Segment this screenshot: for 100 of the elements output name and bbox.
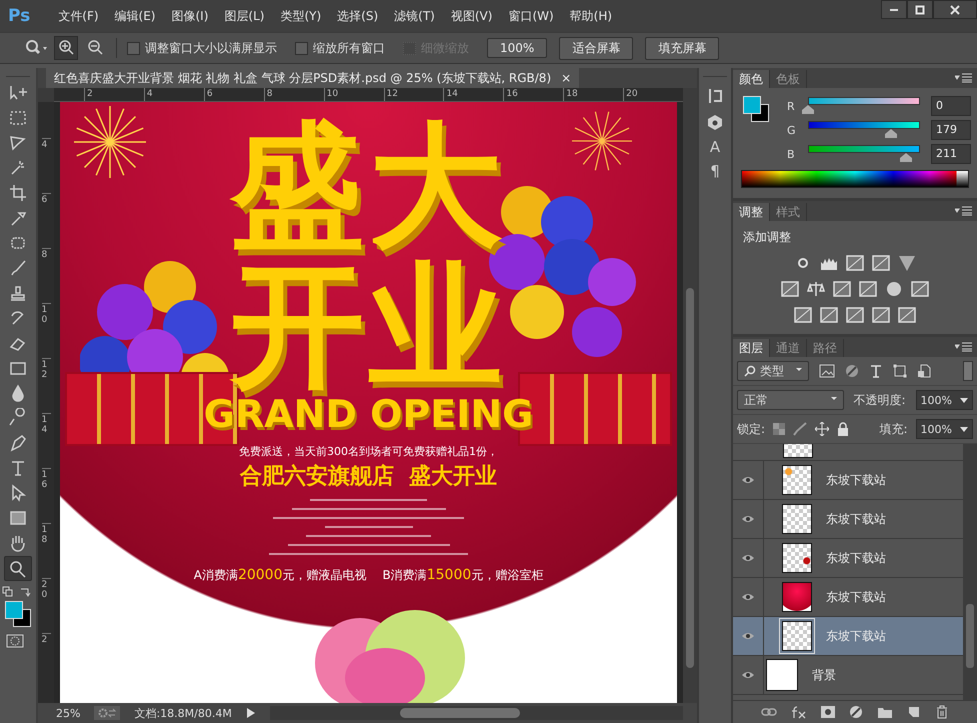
option-button[interactable]: 适合屏幕 <box>559 36 634 60</box>
panel-menu-icon[interactable] <box>955 73 973 83</box>
opacity-field[interactable]: 100% <box>916 390 973 410</box>
opacity-label: 不透明度: <box>854 392 906 408</box>
zoom-in-icon[interactable] <box>54 36 78 60</box>
close-icon <box>949 4 961 14</box>
circles-icon[interactable] <box>885 280 903 298</box>
ruler-number: 10 <box>324 88 384 101</box>
shape-icon[interactable] <box>893 364 907 378</box>
layer-row[interactable]: 背景 <box>733 656 963 695</box>
eye-icon[interactable] <box>741 670 755 680</box>
layer-name: 东坡下载站 <box>826 628 886 644</box>
link-icon[interactable] <box>761 707 777 717</box>
balance-scale-icon[interactable] <box>807 280 825 298</box>
option-button[interactable]: 填充屏幕 <box>645 36 720 60</box>
history-icon[interactable] <box>706 87 724 105</box>
gear-icon[interactable] <box>94 706 120 720</box>
new-layer-icon[interactable] <box>907 705 921 719</box>
half-circle-icon[interactable] <box>845 364 859 378</box>
channel-value-field[interactable]: 179 <box>931 120 971 140</box>
panel-tab[interactable]: 通道 <box>770 339 807 357</box>
minimize-button[interactable] <box>881 0 907 19</box>
channel-label: B <box>787 148 796 160</box>
menu-item[interactable]: 帮助(H) <box>570 8 612 24</box>
move-arrows-icon[interactable] <box>815 422 830 436</box>
menu-item[interactable]: 编辑(E) <box>114 8 156 24</box>
mask-icon[interactable] <box>821 706 835 718</box>
zoom-level[interactable]: 25% <box>56 706 80 720</box>
checkbox[interactable] <box>127 42 140 54</box>
color-slider[interactable] <box>805 121 923 139</box>
paragraph-panel-button[interactable]: ¶ <box>710 163 720 179</box>
blend-mode-dropdown[interactable]: 正常 <box>737 390 844 410</box>
eye-icon[interactable] <box>741 631 755 641</box>
tab-close-button[interactable]: × <box>561 71 572 85</box>
option-button[interactable]: 100% <box>487 38 548 58</box>
slashed-square-icon[interactable] <box>794 306 812 324</box>
eye-icon[interactable] <box>741 514 755 524</box>
ruler-number: 4 <box>42 138 50 193</box>
color-spectrum-bar[interactable] <box>741 170 969 188</box>
lock-icon[interactable] <box>837 422 850 436</box>
color-slider[interactable] <box>805 97 923 115</box>
headline-text: 开业 <box>230 256 506 396</box>
menu-item[interactable]: 窗口(W) <box>508 8 554 24</box>
store-title: 合肥六安旗舰店 盛大开业 <box>240 462 498 491</box>
layer-name: 东坡下载站 <box>826 550 886 566</box>
document-tab[interactable]: 红色喜庆盛大开业背景 烟花 礼物 礼盒 气球 分层PSD素材.psd @ 25% (东坡下载站, RGB/8) × <box>46 68 580 88</box>
panel-tab[interactable]: 颜色 <box>733 70 770 88</box>
channel-value-field[interactable]: 0 <box>931 96 971 116</box>
layer-row[interactable]: 东坡下载站 <box>733 539 963 578</box>
folder-icon[interactable] <box>877 706 893 718</box>
layer-row[interactable]: 东坡下载站 <box>733 500 963 539</box>
play-arrow-icon[interactable] <box>246 707 256 719</box>
layer-filter-dropdown[interactable]: 类型 <box>737 361 809 381</box>
menu-item[interactable]: 图层(L) <box>224 8 264 24</box>
zoom-tool-icon[interactable] <box>24 39 48 57</box>
lock-label: 锁定: <box>737 420 766 438</box>
horizontal-scrollbar[interactable] <box>270 706 683 720</box>
caret-icon[interactable] <box>960 426 968 432</box>
layer-row[interactable]: 东坡下载站 <box>733 617 963 656</box>
menu-item[interactable]: 类型(Y) <box>280 8 322 24</box>
layers-scrollbar[interactable] <box>963 444 977 700</box>
trash-icon[interactable] <box>935 705 949 719</box>
menu-item[interactable]: 图像(I) <box>172 8 208 24</box>
menu-item[interactable]: 视图(V) <box>450 8 492 24</box>
eye-icon[interactable] <box>741 475 755 485</box>
panel-tab[interactable]: 色板 <box>770 70 807 88</box>
maximize-button[interactable] <box>907 0 933 19</box>
close-button[interactable] <box>933 0 977 19</box>
type-icon[interactable] <box>869 364 883 378</box>
eye-icon[interactable] <box>741 592 755 602</box>
panel-tab[interactable]: 调整 <box>733 203 770 221</box>
menu-item[interactable]: 选择(S) <box>337 8 378 24</box>
slider-thumb[interactable] <box>802 105 814 114</box>
menu-item[interactable]: 文件(F) <box>58 8 99 24</box>
effects-icon[interactable] <box>791 705 807 719</box>
panel-menu-icon[interactable] <box>955 206 973 216</box>
half-circle-icon[interactable] <box>849 705 863 719</box>
layer-row[interactable]: 东坡下载站 <box>733 461 963 500</box>
brush-icon[interactable] <box>793 422 808 436</box>
triangle-icon[interactable] <box>898 254 916 272</box>
layer-name: 背景 <box>812 666 836 684</box>
menu-item[interactable]: 滤镜(T) <box>394 8 435 24</box>
panel-tab[interactable]: 路径 <box>807 339 844 357</box>
smart-object-icon[interactable] <box>917 364 931 378</box>
channel-value-field[interactable]: 211 <box>931 144 971 164</box>
image-icon[interactable] <box>819 364 835 378</box>
checkbox[interactable] <box>295 42 308 54</box>
caret-icon[interactable] <box>960 398 968 402</box>
panel-tab[interactable]: 图层 <box>733 339 770 357</box>
panel-tab[interactable]: 样式 <box>770 203 807 221</box>
checker-lock-icon[interactable] <box>773 423 786 435</box>
zoom-tool-icon[interactable] <box>4 556 32 581</box>
vertical-scrollbar[interactable] <box>683 88 697 703</box>
character-panel-button[interactable]: A <box>710 139 720 155</box>
cube-icon[interactable] <box>706 113 724 131</box>
filter-toggle[interactable] <box>963 361 973 381</box>
color-slider[interactable] <box>805 145 923 163</box>
panel-menu-icon[interactable] <box>955 342 973 352</box>
fill-field[interactable]: 100% <box>916 419 973 439</box>
eye-icon[interactable] <box>741 553 755 563</box>
